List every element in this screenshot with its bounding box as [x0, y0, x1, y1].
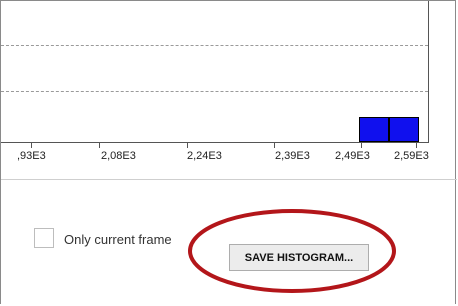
only-current-frame-checkbox[interactable]	[34, 228, 54, 248]
histogram-bar	[389, 117, 419, 142]
histogram-bar	[359, 117, 389, 142]
x-tick-label: 2,59E3	[394, 150, 429, 162]
grid-line	[1, 45, 428, 46]
annotation-ellipse	[188, 209, 396, 293]
x-tick	[274, 143, 275, 148]
x-tick-label: ,93E3	[17, 150, 46, 162]
histogram-plot-area	[1, 1, 429, 143]
grid-line	[1, 91, 428, 92]
histogram-panel: ,93E3 2,08E3 2,24E3 2,39E3 2,49E3 2,59E3…	[0, 0, 457, 304]
x-tick-label: 2,49E3	[335, 150, 370, 162]
x-tick-label: 2,08E3	[101, 150, 136, 162]
x-tick	[361, 143, 362, 148]
x-tick-label: 2,39E3	[275, 150, 310, 162]
only-current-frame-label: Only current frame	[64, 232, 172, 247]
x-tick-label: 2,24E3	[187, 150, 222, 162]
x-tick	[416, 143, 417, 148]
divider	[1, 179, 457, 180]
x-tick	[31, 143, 32, 148]
x-tick	[187, 143, 188, 148]
x-tick	[99, 143, 100, 148]
